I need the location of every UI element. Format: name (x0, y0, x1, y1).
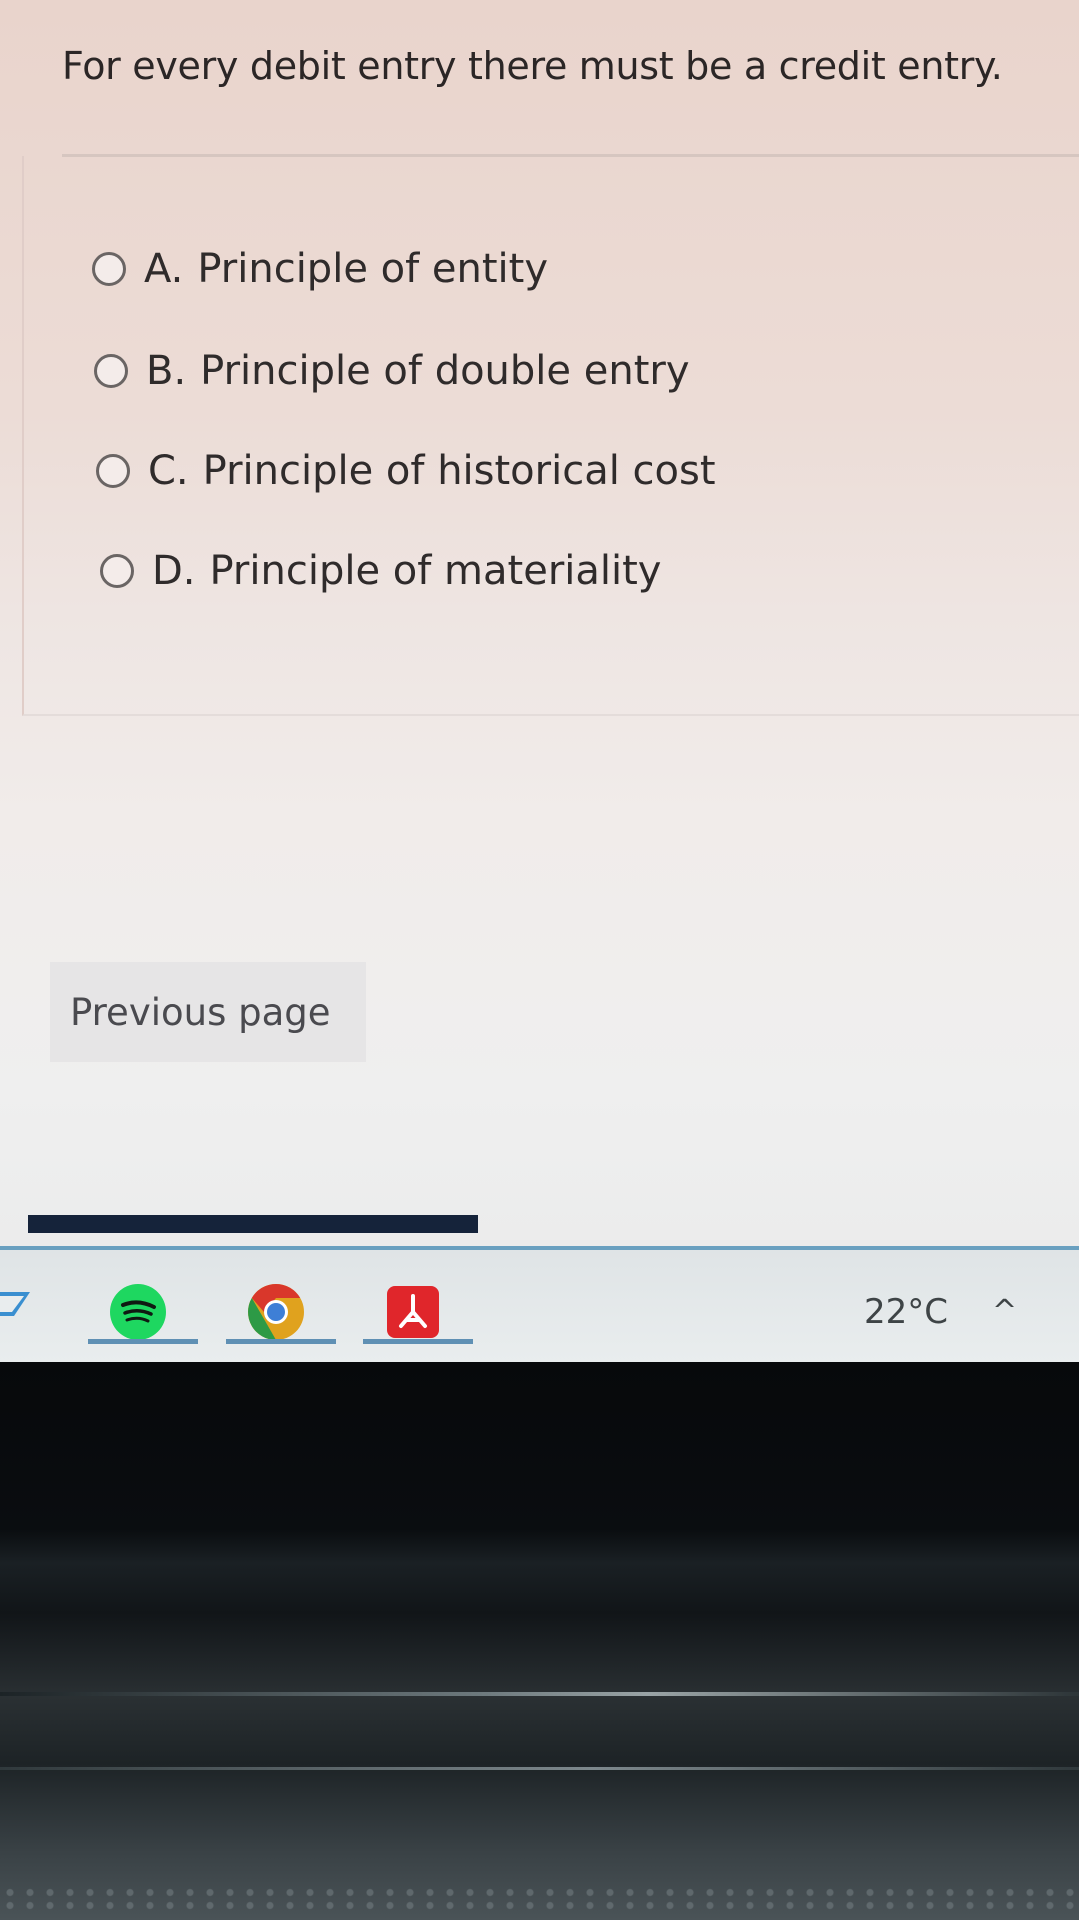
running-indicator (88, 1339, 198, 1344)
radio-button-c[interactable] (96, 454, 130, 488)
hinge-highlight (0, 1692, 1079, 1696)
option-label: Principle of entity (197, 246, 549, 292)
running-indicator (363, 1339, 473, 1344)
spotify-icon[interactable] (88, 1282, 198, 1344)
option-d[interactable]: D. Principle of materiality (100, 548, 661, 594)
option-letter: A. (144, 246, 184, 292)
laptop-bezel (0, 1362, 1079, 1920)
option-a[interactable]: A. Principle of entity (92, 246, 548, 292)
radio-button-b[interactable] (94, 354, 128, 388)
radio-button-a[interactable] (92, 252, 126, 286)
option-letter: B. (146, 348, 187, 394)
option-letter: D. (152, 548, 196, 594)
speaker-grille (0, 1886, 1079, 1912)
option-label: Principle of historical cost (202, 448, 716, 494)
chevron-up-icon[interactable]: ^ (992, 1294, 1017, 1329)
running-indicator (226, 1339, 336, 1344)
question-text: For every debit entry there must be a cr… (62, 44, 1003, 88)
task-view-icon[interactable] (0, 1286, 36, 1332)
option-letter: C. (148, 448, 189, 494)
option-c[interactable]: C. Principle of historical cost (96, 448, 716, 494)
radio-button-d[interactable] (100, 554, 134, 588)
answers-panel (22, 156, 1079, 716)
weather-temperature[interactable]: 22°C (864, 1292, 948, 1332)
option-label: Principle of materiality (209, 548, 662, 594)
option-b[interactable]: B. Principle of double entry (94, 348, 690, 394)
chrome-icon[interactable] (226, 1282, 336, 1344)
progress-bar (28, 1215, 478, 1233)
option-label: Principle of double entry (200, 348, 690, 394)
screen: For every debit entry there must be a cr… (0, 0, 1079, 1362)
acrobat-icon[interactable] (363, 1282, 473, 1344)
previous-page-button[interactable]: Previous page (50, 962, 366, 1062)
taskbar: 22°C ^ (0, 1246, 1079, 1362)
hinge-highlight (0, 1767, 1079, 1770)
